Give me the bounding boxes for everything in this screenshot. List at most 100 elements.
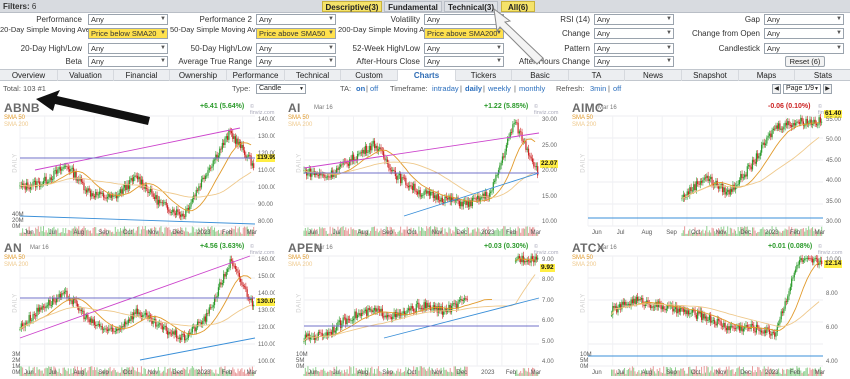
stock-chart-an[interactable]: AN Mar 16 +4.56 (3.63%) © finviz.com SMA 50 S… (0, 238, 275, 378)
tab-custom[interactable]: Custom (341, 70, 398, 81)
candle-body (734, 328, 737, 330)
refresh-off-link[interactable]: off (613, 83, 621, 95)
tab-charts[interactable]: Charts (398, 70, 456, 81)
timeframe-daily-link[interactable]: daily (465, 83, 482, 95)
ta-on-link[interactable]: on (356, 83, 365, 95)
candle-body (376, 145, 378, 151)
candle-body (82, 310, 84, 312)
tab-stats[interactable]: Stats (795, 70, 850, 81)
volume-bar (242, 371, 244, 376)
ticker-label[interactable]: ABNB (4, 101, 40, 115)
tab-descriptive[interactable]: Descriptive(3) (322, 1, 382, 12)
filter-sma50-select[interactable]: Price above SMA50 (256, 28, 336, 39)
volume-bar (116, 231, 118, 236)
filter-change-open-select[interactable]: Any (764, 28, 844, 39)
filter-atr-select[interactable]: Any (256, 56, 336, 67)
candle-body (672, 304, 674, 312)
page-select[interactable]: Page 1/9 (783, 84, 821, 94)
candle-body (243, 286, 246, 288)
ticker-label[interactable]: AI (288, 101, 301, 115)
filter-ah-change-select[interactable]: Any (594, 56, 674, 67)
volume-bar (753, 372, 755, 376)
refresh-3min-link[interactable]: 3min (590, 83, 606, 95)
stock-chart-atcx[interactable]: ATCX Mar 16 +0.01 (0.08%) © finviz.com SMA 5… (568, 238, 843, 378)
candle-body (131, 178, 133, 182)
ticker-label[interactable]: AN (4, 241, 22, 255)
candle-body (48, 299, 50, 306)
candle-body (338, 166, 340, 170)
candle-body (428, 190, 430, 196)
timeframe-weekly-link[interactable]: weekly (488, 83, 511, 95)
filter-sma200-select[interactable]: Price above SMA200 (424, 28, 504, 39)
tab-ta[interactable]: TA (569, 70, 625, 81)
volume-bar (327, 233, 328, 236)
candle-body (204, 175, 206, 180)
candle-body (737, 184, 739, 186)
filter-pattern-select[interactable]: Any (594, 43, 674, 54)
candle-body (461, 201, 463, 207)
filter-52w-highlow-select[interactable]: Any (424, 43, 504, 54)
tab-valuation[interactable]: Valuation (58, 70, 114, 81)
tab-performance[interactable]: Performance (227, 70, 285, 81)
x-axis-tick: Jul (332, 370, 341, 376)
timeframe-monthly-link[interactable]: monthly (519, 83, 545, 95)
tab-all[interactable]: All(6) (501, 1, 535, 12)
volume-bar (658, 371, 659, 376)
chart-type-select[interactable]: Candle (256, 84, 306, 94)
tab-technical[interactable]: Technical (285, 70, 341, 81)
prev-page-button[interactable]: ◀ (772, 84, 781, 94)
filter-ah-close-select[interactable]: Any (424, 56, 504, 67)
candle-body (89, 190, 92, 197)
stock-chart-aimc[interactable]: AIMCMar 16-0.06 (0.10%)© finviz.comSMA 5… (568, 98, 843, 238)
stock-chart-apen[interactable]: APEN Mar 16 +0.03 (0.30%) © finviz.com SMA 5… (284, 238, 559, 378)
volume-bar (186, 366, 188, 376)
tab-basic[interactable]: Basic (512, 70, 569, 81)
filter-20d-highlow-select[interactable]: Any (88, 43, 168, 54)
filter-volatility-select[interactable]: Any (424, 14, 504, 25)
volume-bar (110, 371, 112, 376)
next-page-button[interactable]: ▶ (823, 84, 832, 94)
candle-body (139, 312, 141, 316)
volume-bar (354, 230, 356, 236)
tab-news[interactable]: News (625, 70, 682, 81)
stock-chart-ai[interactable]: AI Mar 16 +1.22 (5.85%) © finviz.com SMA 50 S… (284, 98, 559, 238)
candle-body (101, 193, 103, 195)
tab-technical[interactable]: Technical(3) (444, 1, 498, 12)
volume-bar (212, 372, 214, 376)
reset-button[interactable]: Reset (6) (785, 56, 825, 67)
candle-body (390, 317, 393, 320)
candle-body (53, 170, 55, 180)
filter-performance-select[interactable]: Any (88, 14, 168, 25)
candle-body (46, 305, 49, 307)
tab-financial[interactable]: Financial (114, 70, 170, 81)
tab-ownership[interactable]: Ownership (170, 70, 227, 81)
x-axis-tick: Mar (530, 230, 541, 236)
candle-body (83, 182, 85, 191)
tab-snapshot[interactable]: Snapshot (682, 70, 739, 81)
timeframe-intraday-link[interactable]: intraday (432, 83, 459, 95)
tab-fundamental[interactable]: Fundamental (384, 1, 442, 12)
stock-chart-abnb[interactable]: ABNB +6.41 (5.64%) © finviz.com SMA 50 SMA 2… (0, 98, 275, 238)
filter-change-select[interactable]: Any (594, 28, 674, 39)
tab-maps[interactable]: Maps (739, 70, 795, 81)
tab-tickers[interactable]: Tickers (456, 70, 512, 81)
volume-bar (216, 373, 218, 376)
candle-body (160, 202, 162, 204)
candle-body (379, 147, 381, 150)
volume-bar (353, 228, 355, 236)
filter-gap-select[interactable]: Any (764, 14, 844, 25)
volume-bar (317, 233, 319, 236)
filter-rsi-select[interactable]: Any (594, 14, 674, 25)
candle-body (195, 189, 197, 197)
filter-candlestick-select[interactable]: Any (764, 43, 844, 54)
candle-body (690, 312, 692, 314)
filter-50d-highlow-select[interactable]: Any (256, 43, 336, 54)
ta-off-link[interactable]: off (370, 83, 378, 95)
volume-bar (237, 368, 239, 376)
candle-body (122, 187, 124, 194)
candle-body (747, 165, 750, 167)
filter-performance2-select[interactable]: Any (256, 14, 336, 25)
filter-beta-select[interactable]: Any (88, 56, 168, 67)
filter-sma20-select[interactable]: Price below SMA20 (88, 28, 168, 39)
tab-overview[interactable]: Overview (0, 70, 58, 81)
